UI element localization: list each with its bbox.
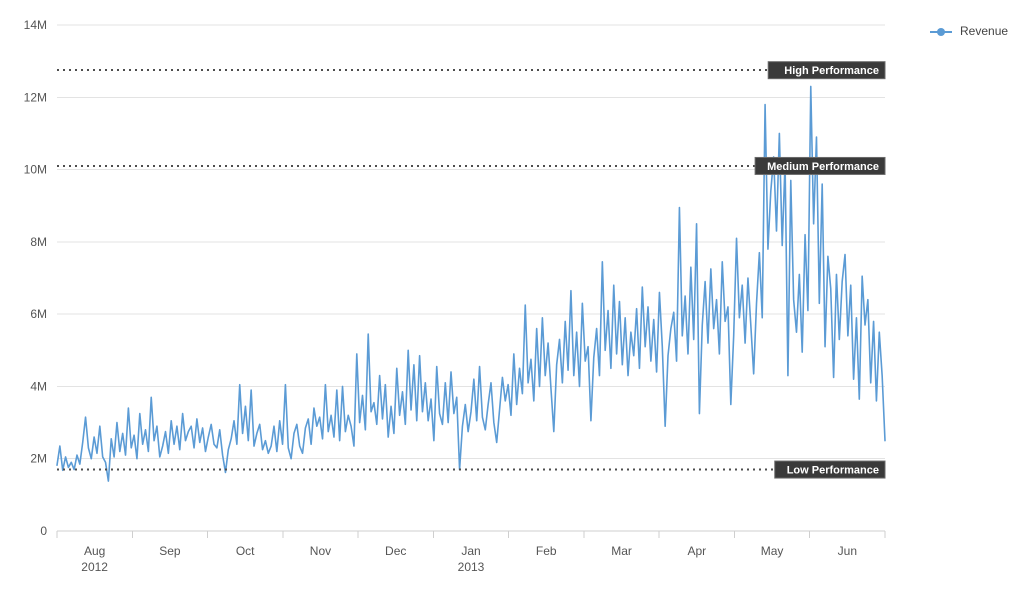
x-axis-group xyxy=(56,530,886,538)
y-axis-tick-label: 0 xyxy=(40,524,47,538)
x-axis-tick-label: Dec xyxy=(385,544,406,558)
y-axis-tick-label: 12M xyxy=(24,90,47,104)
y-axis-tick-label: 6M xyxy=(30,307,47,321)
y-axis-tick-label: 14M xyxy=(24,18,47,32)
annotation-label: Low Performance xyxy=(787,464,879,476)
x-axis-tick-label: Feb xyxy=(536,544,557,558)
x-axis-tick-label: Jan xyxy=(461,544,480,558)
legend-marker-dot xyxy=(937,28,945,36)
annotation-label: High Performance xyxy=(784,65,879,77)
x-axis-tick-label: Jun xyxy=(838,544,857,558)
revenue-line-chart: 0 2M 4M 6M 8M 10M 12M 14M Aug 2012 Sep Oct Nov Dec Ja… xyxy=(0,0,1035,603)
series-group xyxy=(56,85,886,482)
x-axis-year-label: 2012 xyxy=(81,560,108,574)
y-axis-tick-label: 4M xyxy=(30,379,47,393)
x-axis-year-label: 2013 xyxy=(458,560,485,574)
x-axis-tick-label: Mar xyxy=(611,544,632,558)
y-axis-tick-labels: 0 2M 4M 6M 8M 10M 12M 14M xyxy=(24,18,48,538)
y-axis-tick-label: 8M xyxy=(30,235,47,249)
chart-legend[interactable]: Revenue xyxy=(930,24,1008,38)
chart-canvas: 0 2M 4M 6M 8M 10M 12M 14M Aug 2012 Sep Oct Nov Dec Ja… xyxy=(24,18,1009,574)
x-axis-tick-labels: Aug 2012 Sep Oct Nov Dec Jan 2013 Feb Mar Apr May Ju… xyxy=(81,544,857,574)
legend-entry-label: Revenue xyxy=(960,24,1008,38)
x-axis-tick-label: May xyxy=(761,544,784,558)
x-axis-tick-label: Aug xyxy=(84,544,105,558)
y-axis-tick-label: 10M xyxy=(24,163,47,177)
y-axis-tick-label: 2M xyxy=(30,452,47,466)
x-axis-tick-label: Nov xyxy=(310,544,331,558)
x-axis-tick-label: Sep xyxy=(159,544,181,558)
series-line-revenue xyxy=(56,85,886,482)
annotation-label: Medium Performance xyxy=(767,161,879,173)
x-axis-tick-label: Apr xyxy=(687,544,706,558)
x-axis-tick-label: Oct xyxy=(236,544,255,558)
